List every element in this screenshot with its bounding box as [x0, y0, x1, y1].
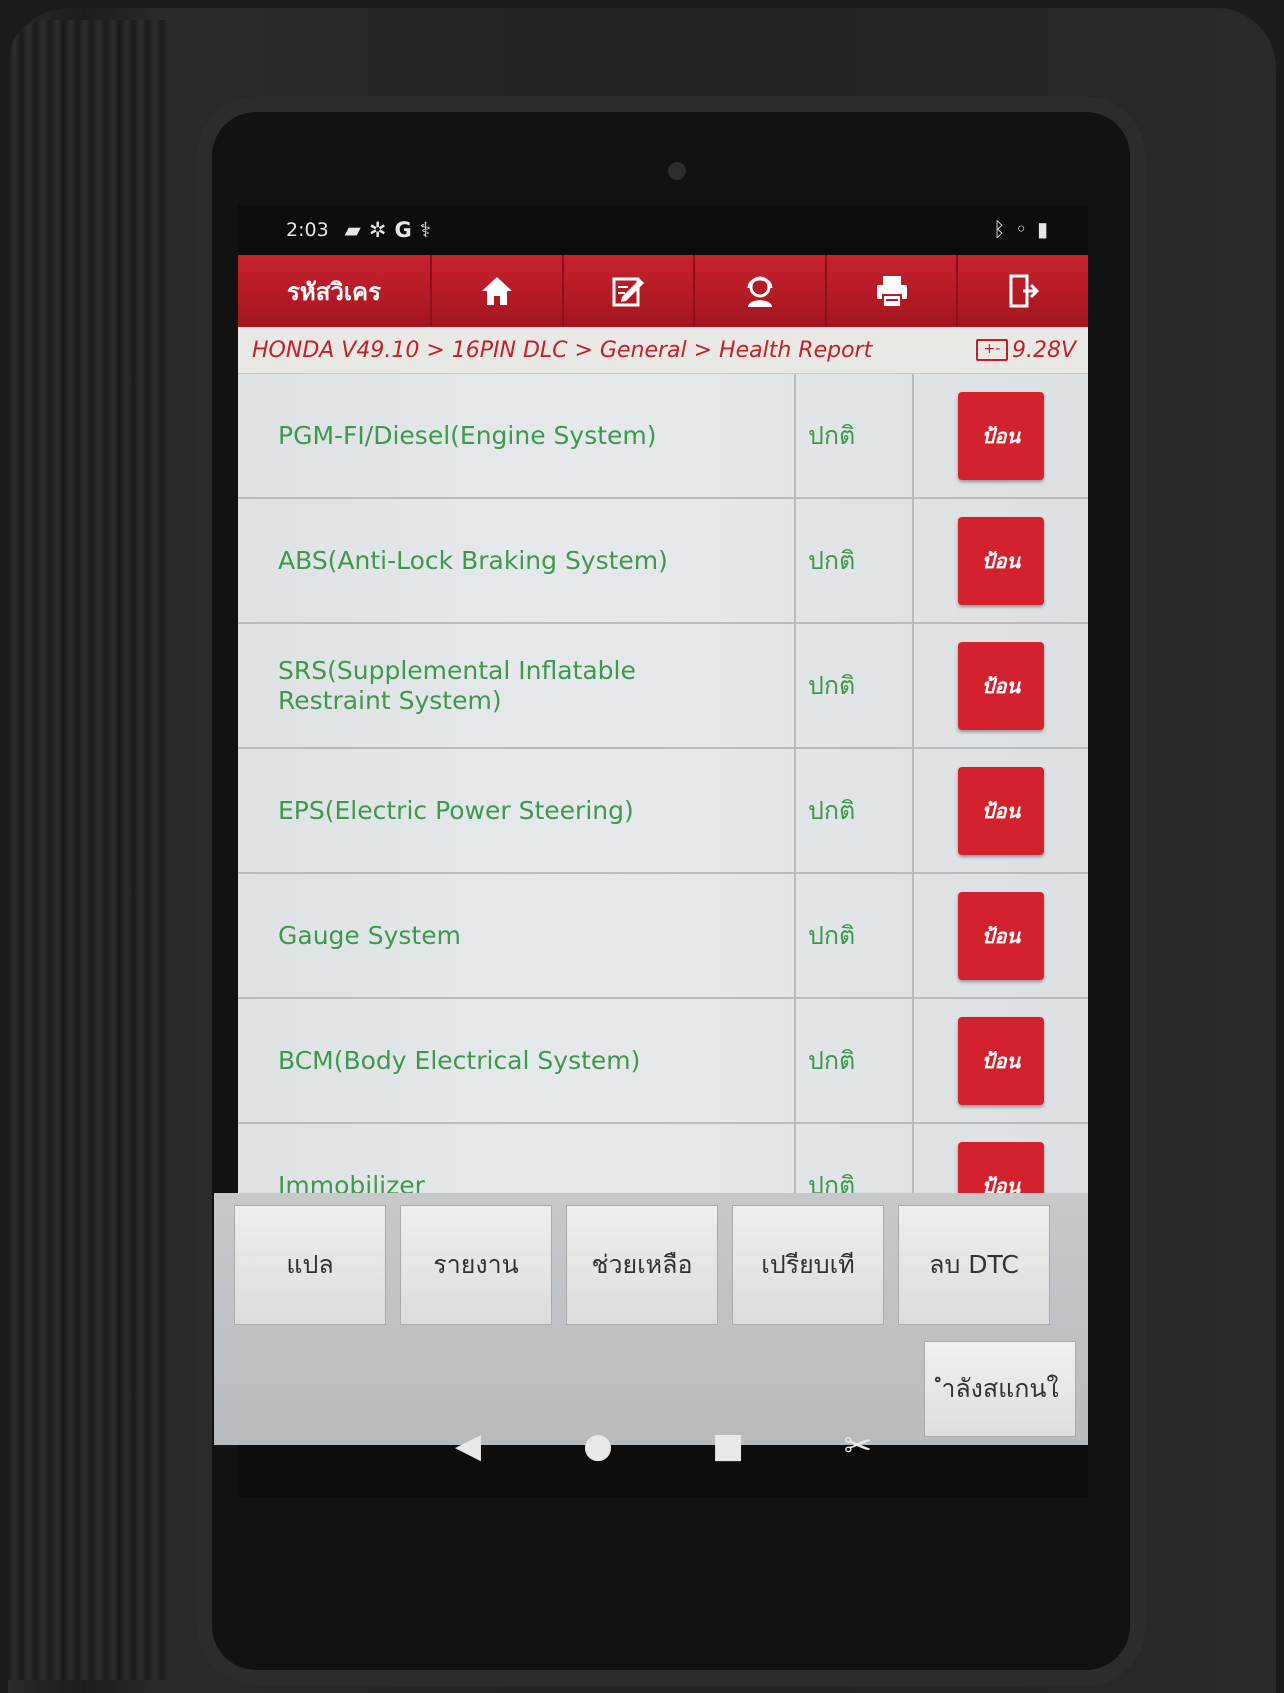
top-toolbar: รหัสวิเคร [238, 255, 1088, 327]
car-battery-icon: +- [975, 339, 1008, 361]
google-icon: G [394, 218, 420, 242]
edit-button[interactable] [561, 255, 694, 327]
breadcrumb: HONDA V49.10 > 16PIN DLC > General > Hea… [238, 327, 1088, 374]
system-status: ปกติ [796, 749, 914, 872]
table-row: EPS(Electric Power Steering) ปกติ ป้อน [238, 749, 1088, 874]
status-system-icons: ᛒ◦▮ [993, 217, 1058, 241]
system-name: PGM-FI/Diesel(Engine System) [238, 374, 796, 497]
print-button[interactable] [824, 255, 957, 327]
status-time: 2:03 [286, 219, 329, 241]
translate-button[interactable]: แปล [234, 1205, 386, 1325]
diagnostic-icon: ⚕ [419, 218, 440, 242]
print-icon [876, 276, 907, 308]
system-name: Gauge System [238, 874, 796, 997]
battery-icon: ▮ [1036, 217, 1058, 241]
system-list: PGM-FI/Diesel(Engine System) ปกติ ป้อน A… [238, 374, 1088, 1249]
table-row: BCM(Body Electrical System) ปกติ ป้อน [238, 999, 1088, 1124]
system-status: ปกติ [796, 874, 914, 997]
battery-voltage: +- 9.28V [975, 337, 1076, 363]
home-icon [481, 277, 512, 305]
enter-button[interactable]: ป้อน [958, 516, 1044, 605]
compare-button[interactable]: เปรียบเที [732, 1205, 884, 1325]
wifi-icon: ◦ [1015, 217, 1037, 241]
home-button[interactable] [430, 255, 562, 327]
table-row: Gauge System ปกติ ป้อน [238, 874, 1088, 999]
enter-button[interactable]: ป้อน [958, 766, 1044, 855]
device-grip [8, 20, 168, 1680]
system-name: SRS(Supplemental Inflatable Restraint Sy… [238, 624, 796, 747]
android-nav-bar: ◀ ● ■ ✂ [238, 1395, 1088, 1497]
table-row: PGM-FI/Diesel(Engine System) ปกติ ป้อน [238, 374, 1088, 499]
enter-button[interactable]: ป้อน [958, 1016, 1044, 1105]
voltage-value: 9.28V [1011, 337, 1076, 363]
system-name: ABS(Anti-Lock Braking System) [238, 499, 796, 622]
system-status: ปกติ [796, 499, 914, 622]
back-icon[interactable]: ◀ [448, 1426, 488, 1466]
system-status: ปกติ [796, 374, 914, 497]
exit-button[interactable] [956, 255, 1088, 327]
screenshot-icon[interactable]: ✂ [838, 1426, 878, 1466]
home-nav-icon[interactable]: ● [578, 1426, 618, 1466]
support-button[interactable] [693, 255, 825, 327]
status-notification-icons: ▰✲G⚕ [345, 218, 439, 242]
system-name: BCM(Body Electrical System) [238, 999, 796, 1122]
diagnostic-app: รหัสวิเคร HONDA V49.10 > 16PIN DLC > Gen… [214, 255, 1088, 1445]
enter-button[interactable]: ป้อน [958, 641, 1044, 730]
breadcrumb-path: HONDA V49.10 > 16PIN DLC > General > Hea… [252, 337, 873, 363]
clear-dtc-button[interactable]: ลบ DTC [898, 1205, 1050, 1325]
front-camera [668, 162, 686, 180]
system-status: ปกติ [796, 624, 914, 747]
message-icon: ▰ [344, 218, 369, 242]
system-name: EPS(Electric Power Steering) [238, 749, 796, 872]
status-bar: 2:03 ▰✲G⚕ ᛒ◦▮ [238, 205, 1088, 255]
report-button[interactable]: รายงาน [400, 1205, 552, 1325]
accessibility-icon: ✲ [368, 218, 395, 242]
system-status: ปกติ [796, 999, 914, 1122]
bottom-button-group: แปล รายงาน ช่วยเหลือ เปรียบเที ลบ DTC [234, 1205, 1050, 1325]
enter-button[interactable]: ป้อน [958, 391, 1044, 480]
app-title: รหัสวิเคร [287, 277, 381, 306]
table-row: ABS(Anti-Lock Braking System) ปกติ ป้อน [238, 499, 1088, 624]
tablet-screen: 2:03 ▰✲G⚕ ᛒ◦▮ รหัสวิเคร HONDA V49.10 > 1… [214, 205, 1088, 1497]
exit-icon [1009, 274, 1040, 308]
recent-apps-icon[interactable]: ■ [708, 1426, 748, 1466]
edit-icon [612, 277, 645, 307]
table-row: SRS(Supplemental Inflatable Restraint Sy… [238, 624, 1088, 749]
enter-button[interactable]: ป้อน [958, 891, 1044, 980]
support-icon [747, 276, 773, 307]
bluetooth-icon: ᛒ [993, 217, 1016, 241]
help-button[interactable]: ช่วยเหลือ [566, 1205, 718, 1325]
